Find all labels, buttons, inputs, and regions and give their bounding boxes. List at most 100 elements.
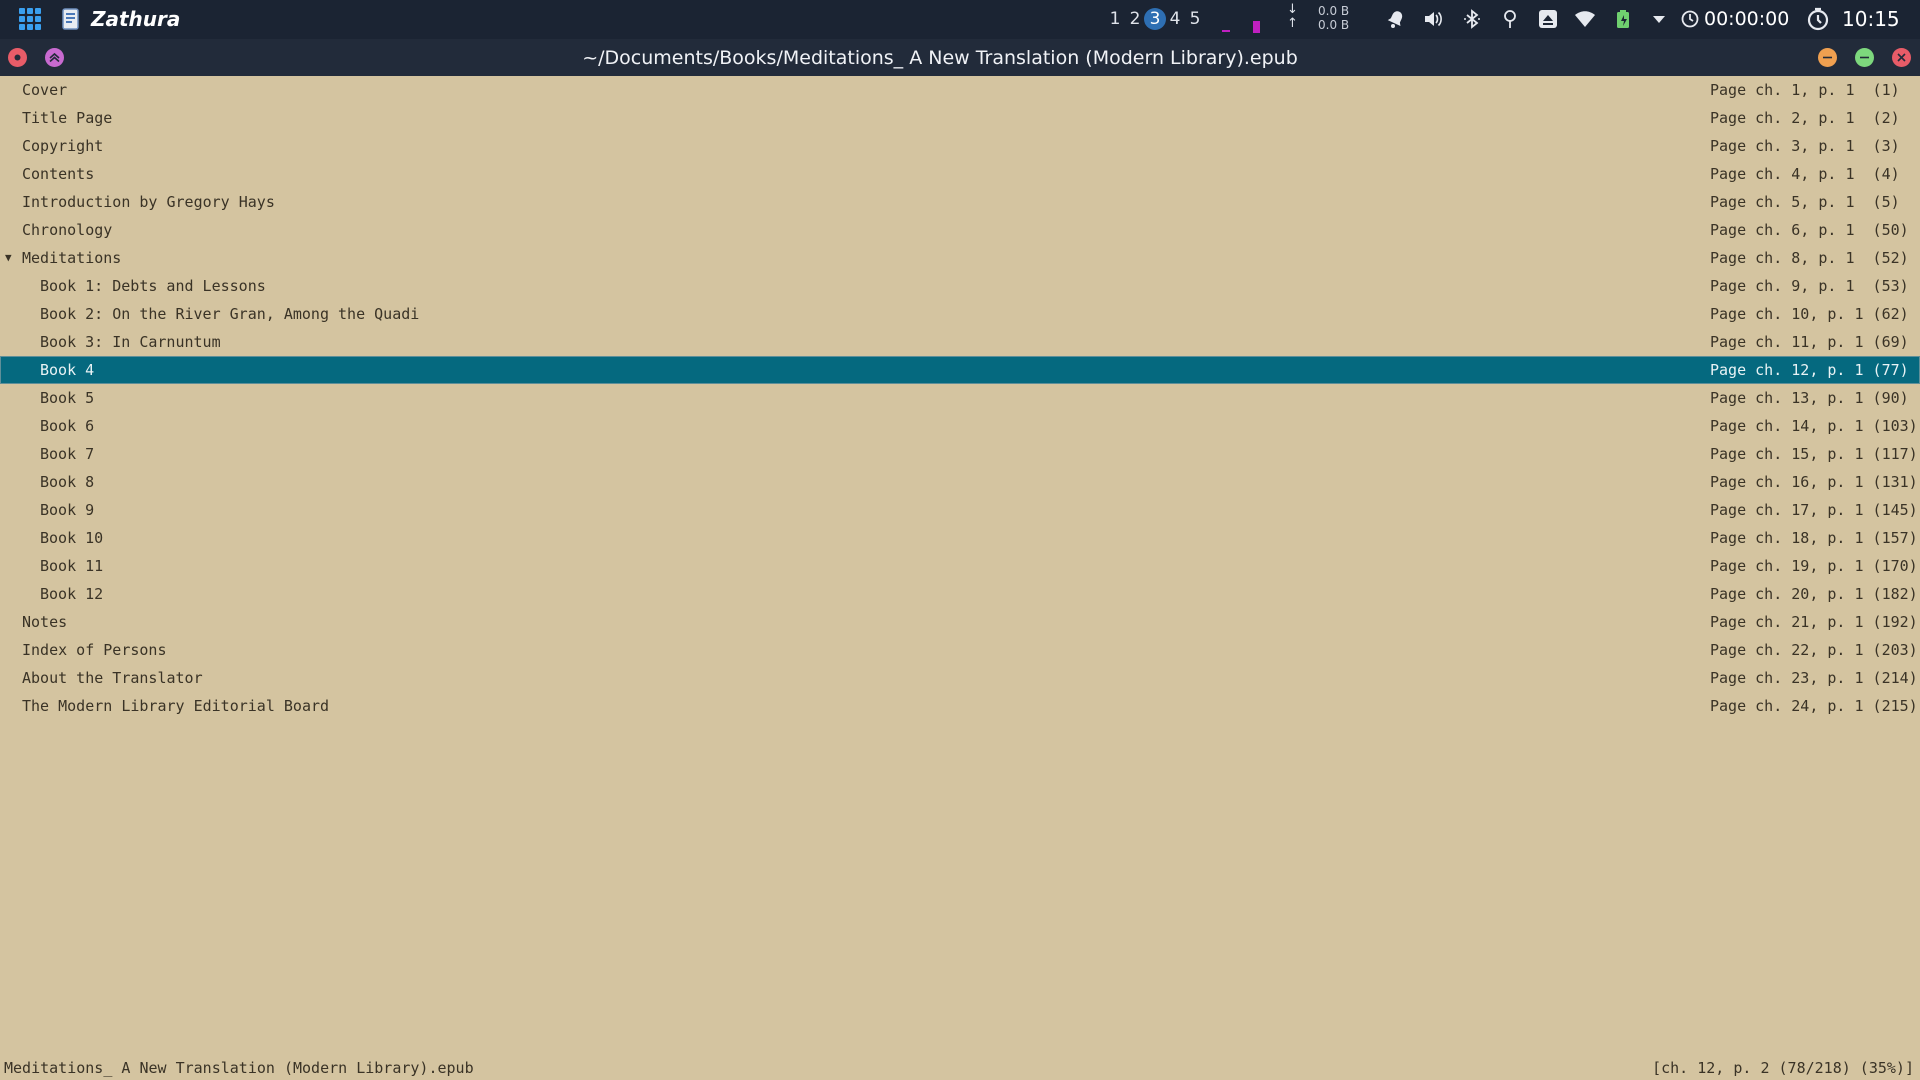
- stopwatch-icon[interactable]: [1806, 7, 1830, 31]
- window-title: ~/Documents/Books/Meditations_ A New Tra…: [582, 47, 1298, 69]
- status-filename: Meditations_ A New Translation (Modern L…: [4, 1059, 474, 1077]
- toc-row[interactable]: Book 8 Page ch. 16, p. 1 (131): [0, 468, 1920, 496]
- toc-page: Page ch. 9, p. 1 (53): [1710, 277, 1909, 295]
- toc-label: Index of Persons: [22, 641, 167, 659]
- volume-icon[interactable]: [1422, 8, 1444, 30]
- toc-row[interactable]: Book 4 Page ch. 12, p. 1 (77): [0, 356, 1920, 384]
- workspace-1[interactable]: 1: [1106, 9, 1124, 29]
- toc-page: Page ch. 6, p. 1 (50): [1710, 221, 1909, 239]
- toc-row[interactable]: Book 2: On the River Gran, Among the Qua…: [0, 300, 1920, 328]
- toc-page: Page ch. 18, p. 1 (157): [1710, 529, 1918, 547]
- toc-page: Page ch. 8, p. 1 (52): [1710, 249, 1909, 267]
- toc-label: About the Translator: [22, 669, 203, 687]
- toc-page: Page ch. 23, p. 1 (214): [1710, 669, 1918, 687]
- toc-row[interactable]: The Modern Library Editorial Board Page c…: [0, 692, 1920, 720]
- cpu-graph-high: [1253, 21, 1260, 33]
- toc-label: Chronology: [22, 221, 113, 239]
- toc-page: Page ch. 22, p. 1 (203): [1710, 641, 1918, 659]
- net-up-value: 0.0 B: [1318, 18, 1350, 32]
- net-down-value: 0.0 B: [1318, 4, 1350, 18]
- toc-row[interactable]: Book 6 Page ch. 14, p. 1 (103): [0, 412, 1920, 440]
- app-launcher-icon[interactable]: [19, 8, 45, 32]
- toc-label: Cover: [22, 81, 68, 99]
- toc-page: Page ch. 17, p. 1 (145): [1710, 501, 1918, 519]
- toc-row[interactable]: ▼ Meditations Page ch. 8, p. 1 (52): [0, 244, 1920, 272]
- network-speed: 0.0 B 0.0 B: [1318, 4, 1349, 32]
- toc-page: Page ch. 4, p. 1 (4): [1710, 165, 1900, 183]
- window-titlebar: ~/Documents/Books/Meditations_ A New Tra…: [0, 39, 1920, 76]
- tray-expand-icon[interactable]: [1648, 8, 1670, 30]
- table-of-contents: Cover Page ch. 1, p. 1 (1) Title Page Page …: [0, 76, 1920, 720]
- close-button[interactable]: [1892, 48, 1911, 67]
- timer-clock-icon: [1681, 10, 1699, 28]
- toc-row[interactable]: Book 7 Page ch. 15, p. 1 (117): [0, 440, 1920, 468]
- toc-row[interactable]: Introduction by Gregory Hays Page ch. 5, …: [0, 188, 1920, 216]
- toc-row[interactable]: Book 9 Page ch. 17, p. 1 (145): [0, 496, 1920, 524]
- toc-row[interactable]: Copyright Page ch. 3, p. 1 (3): [0, 132, 1920, 160]
- toc-label: Book 2: On the River Gran, Among the Qua…: [40, 305, 420, 323]
- clock[interactable]: 10:15: [1842, 7, 1900, 31]
- toc-label: Notes: [22, 613, 68, 631]
- toc-label: Book 8: [40, 473, 95, 491]
- toc-row[interactable]: Notes Page ch. 21, p. 1 (192): [0, 608, 1920, 636]
- toc-row[interactable]: Book 5 Page ch. 13, p. 1 (90): [0, 384, 1920, 412]
- toc-row[interactable]: Book 10 Page ch. 18, p. 1 (157): [0, 524, 1920, 552]
- toc-page: Page ch. 24, p. 1 (215): [1710, 697, 1918, 715]
- maximize-button[interactable]: [1855, 48, 1874, 67]
- workspace-5[interactable]: 5: [1186, 9, 1204, 29]
- toc-page: Page ch. 12, p. 1 (77): [1710, 361, 1909, 379]
- toc-label: Book 1: Debts and Lessons: [40, 277, 266, 295]
- toc-label: Introduction by Gregory Hays: [22, 193, 275, 211]
- status-position: [ch. 12, p. 2 (78/218) (35%)]: [1652, 1059, 1914, 1077]
- toc-page: Page ch. 10, p. 1 (62): [1710, 305, 1909, 323]
- toc-label: Copyright: [22, 137, 104, 155]
- toc-row[interactable]: Book 1: Debts and Lessons Page ch. 9, p. …: [0, 272, 1920, 300]
- toc-label: Book 6: [40, 417, 95, 435]
- toc-page: Page ch. 13, p. 1 (90): [1710, 389, 1909, 407]
- top-panel: Zathura 12345 ↓ ↑ 0.0 B 0.0 B 00:00:00 1…: [0, 0, 1920, 39]
- location-icon[interactable]: [1499, 8, 1521, 30]
- active-app-name: Zathura: [91, 7, 181, 31]
- toc-row[interactable]: Book 12 Page ch. 20, p. 1 (182): [0, 580, 1920, 608]
- toc-page: Page ch. 5, p. 1 (5): [1710, 193, 1900, 211]
- toc-page: Page ch. 16, p. 1 (131): [1710, 473, 1918, 491]
- bluetooth-icon[interactable]: [1461, 8, 1483, 30]
- toc-label: Book 7: [40, 445, 95, 463]
- toc-row[interactable]: Book 11 Page ch. 19, p. 1 (170): [0, 552, 1920, 580]
- toc-label: Book 4: [40, 361, 95, 379]
- toc-page: Page ch. 21, p. 1 (192): [1710, 613, 1918, 631]
- wifi-icon[interactable]: [1574, 8, 1596, 30]
- toc-row[interactable]: Cover Page ch. 1, p. 1 (1): [0, 76, 1920, 104]
- toc-label: Meditations: [22, 249, 122, 267]
- toc-label: Title Page: [22, 109, 113, 127]
- toc-row[interactable]: About the Translator Page ch. 23, p. 1 (2…: [0, 664, 1920, 692]
- timer-readout[interactable]: 00:00:00: [1704, 8, 1789, 30]
- workspace-4[interactable]: 4: [1166, 9, 1184, 29]
- toc-label: Contents: [22, 165, 95, 183]
- toc-page: Page ch. 15, p. 1 (117): [1710, 445, 1918, 463]
- toc-label: Book 3: In Carnuntum: [40, 333, 221, 351]
- toc-row[interactable]: Contents Page ch. 4, p. 1 (4): [0, 160, 1920, 188]
- toc-page: Page ch. 14, p. 1 (103): [1710, 417, 1918, 435]
- battery-icon[interactable]: [1612, 8, 1634, 30]
- workspace-2[interactable]: 2: [1126, 9, 1144, 29]
- workspace-3[interactable]: 3: [1144, 8, 1166, 30]
- toc-row[interactable]: Index of Persons Page ch. 22, p. 1 (203): [0, 636, 1920, 664]
- toc-row[interactable]: Chronology Page ch. 6, p. 1 (50): [0, 216, 1920, 244]
- storage-icon[interactable]: [1537, 8, 1559, 30]
- toc-label: Book 10: [40, 529, 104, 547]
- zathura-app-icon: [62, 8, 79, 30]
- toc-page: Page ch. 3, p. 1 (3): [1710, 137, 1900, 155]
- toc-page: Page ch. 20, p. 1 (182): [1710, 585, 1918, 603]
- toc-page: Page ch. 19, p. 1 (170): [1710, 557, 1918, 575]
- minimize-button[interactable]: [1818, 48, 1837, 67]
- toc-label: Book 9: [40, 501, 95, 519]
- expand-triangle-icon[interactable]: ▼: [5, 244, 12, 272]
- toc-row[interactable]: Title Page Page ch. 2, p. 1 (2): [0, 104, 1920, 132]
- cpu-graph-low: [1222, 30, 1230, 32]
- notification-bell-icon[interactable]: [1385, 8, 1407, 30]
- toc-label: The Modern Library Editorial Board: [22, 697, 330, 715]
- toc-row[interactable]: Book 3: In Carnuntum Page ch. 11, p. 1 (6…: [0, 328, 1920, 356]
- toc-label: Book 12: [40, 585, 104, 603]
- toc-page: Page ch. 1, p. 1 (1): [1710, 81, 1900, 99]
